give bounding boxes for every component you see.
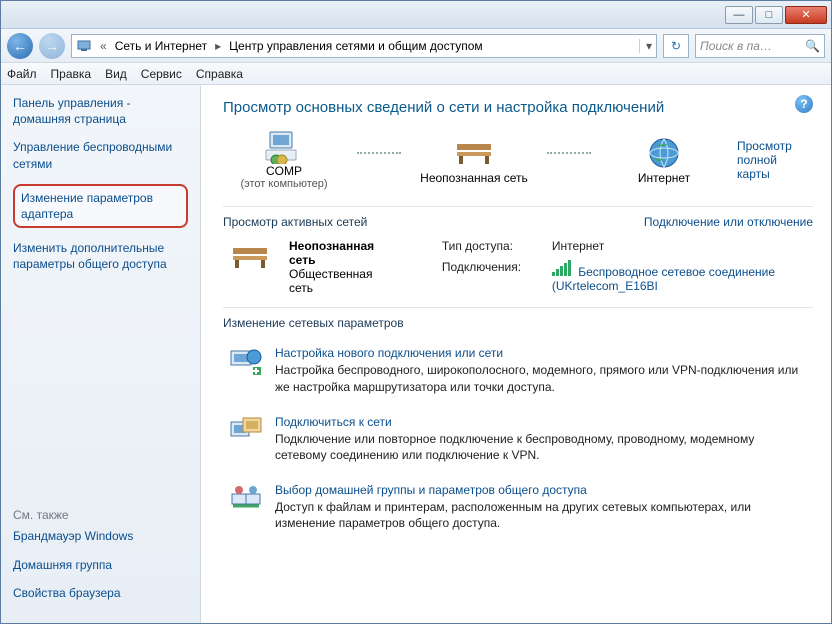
- view-full-map-link[interactable]: Просмотр полной карты: [737, 139, 807, 181]
- network-icon: [76, 38, 92, 54]
- search-icon: 🔍: [805, 39, 820, 53]
- active-net-name: Неопознанная сеть: [289, 239, 384, 267]
- maximize-button[interactable]: □: [755, 6, 783, 24]
- sidebar: Панель управления - домашняя страница Уп…: [1, 85, 201, 623]
- opt-homegroup[interactable]: Выбор домашней группы и параметров общег…: [223, 473, 813, 541]
- menu-help[interactable]: Справка: [196, 67, 243, 81]
- bench-icon: [229, 239, 271, 275]
- chevron-right-icon: ▸: [211, 39, 225, 53]
- computer-icon: [264, 130, 304, 164]
- map-connector-1: [357, 152, 401, 154]
- map-unknown-label: Неопознанная сеть: [420, 171, 528, 185]
- label-connections: Подключения:: [442, 260, 552, 296]
- menu-view[interactable]: Вид: [105, 67, 127, 81]
- titlebar: — □ ✕: [1, 1, 831, 29]
- breadcrumb-1[interactable]: Сеть и Интернет: [115, 39, 207, 53]
- active-net-details: Тип доступа: Интернет Подключения: Беспр…: [442, 239, 807, 295]
- network-map: COMP (этот компьютер) Неопознанная сеть …: [223, 130, 813, 198]
- connect-network-icon: [229, 415, 263, 447]
- search-box[interactable]: Поиск в па… 🔍: [695, 34, 825, 58]
- sidebar-adapter[interactable]: Изменение параметров адаптера: [13, 184, 188, 228]
- map-computer-sub: (этот компьютер): [240, 178, 327, 190]
- back-button[interactable]: ←: [7, 33, 33, 59]
- new-connection-icon: [229, 346, 263, 378]
- sidebar-home[interactable]: Панель управления - домашняя страница: [13, 95, 188, 127]
- search-placeholder: Поиск в па…: [700, 39, 772, 53]
- menubar: Файл Правка Вид Сервис Справка: [1, 63, 831, 85]
- opt-connect-network[interactable]: Подключиться к сети Подключение или повт…: [223, 405, 813, 473]
- menu-file[interactable]: Файл: [7, 67, 37, 81]
- minimize-button[interactable]: —: [725, 6, 753, 24]
- refresh-button[interactable]: ↻: [663, 34, 689, 58]
- sidebar-homegroup[interactable]: Домашняя группа: [13, 557, 188, 573]
- help-button[interactable]: ?: [795, 95, 813, 113]
- content: ? Просмотр основных сведений о сети и на…: [201, 85, 831, 623]
- forward-button[interactable]: →: [39, 33, 65, 59]
- navbar: ← → « Сеть и Интернет ▸ Центр управления…: [1, 29, 831, 63]
- opt-new-connection[interactable]: Настройка нового подключения или сети На…: [223, 336, 813, 404]
- chevron-icon: «: [96, 39, 111, 53]
- change-settings-title: Изменение сетевых параметров: [223, 316, 813, 330]
- sidebar-sharing[interactable]: Изменить дополнительные параметры общего…: [13, 240, 188, 272]
- map-internet-label: Интернет: [638, 171, 690, 185]
- bench-icon: [452, 135, 496, 171]
- sidebar-browser[interactable]: Свойства браузера: [13, 585, 188, 601]
- opt-connect-network-desc: Подключение или повторное подключение к …: [275, 431, 807, 463]
- page-title: Просмотр основных сведений о сети и наст…: [223, 99, 813, 116]
- map-computer: COMP (этот компьютер): [229, 130, 339, 190]
- change-settings-section: Изменение сетевых параметров Настройка н…: [223, 307, 813, 541]
- menu-edit[interactable]: Правка: [51, 67, 92, 81]
- map-computer-name: COMP: [266, 164, 302, 178]
- active-networks-title: Просмотр активных сетей: [223, 215, 367, 229]
- map-connector-2: [547, 152, 591, 154]
- address-bar[interactable]: « Сеть и Интернет ▸ Центр управления сет…: [71, 34, 657, 58]
- connect-disconnect-link[interactable]: Подключение или отключение: [644, 215, 813, 229]
- opt-new-connection-desc: Настройка беспроводного, широкополосного…: [275, 362, 807, 394]
- body: Панель управления - домашняя страница Уп…: [1, 85, 831, 623]
- menu-tools[interactable]: Сервис: [141, 67, 182, 81]
- window: — □ ✕ ← → « Сеть и Интернет ▸ Центр упра…: [0, 0, 832, 624]
- sidebar-wireless[interactable]: Управление беспроводными сетями: [13, 139, 188, 171]
- opt-homegroup-desc: Доступ к файлам и принтерам, расположенн…: [275, 499, 807, 531]
- breadcrumb-2[interactable]: Центр управления сетями и общим доступом: [229, 39, 483, 53]
- map-internet: Интернет: [609, 135, 719, 185]
- globe-icon: [646, 135, 682, 171]
- opt-new-connection-title: Настройка нового подключения или сети: [275, 346, 807, 360]
- sidebar-see-also: См. также: [13, 508, 188, 522]
- value-connections-link[interactable]: Беспроводное сетевое соединение (UKrtele…: [552, 260, 807, 296]
- opt-homegroup-title: Выбор домашней группы и параметров общег…: [275, 483, 807, 497]
- address-dropdown[interactable]: ▾: [639, 39, 652, 53]
- opt-connect-network-title: Подключиться к сети: [275, 415, 807, 429]
- signal-icon: [552, 260, 571, 276]
- label-access-type: Тип доступа:: [442, 239, 552, 256]
- map-unknown: Неопознанная сеть: [419, 135, 529, 185]
- active-networks-section: Просмотр активных сетей Подключение или …: [223, 206, 813, 299]
- value-access-type: Интернет: [552, 239, 807, 256]
- homegroup-icon: [229, 483, 263, 515]
- active-net-kind: Общественная сеть: [289, 267, 384, 295]
- close-button[interactable]: ✕: [785, 6, 827, 24]
- sidebar-firewall[interactable]: Брандмауэр Windows: [13, 528, 188, 544]
